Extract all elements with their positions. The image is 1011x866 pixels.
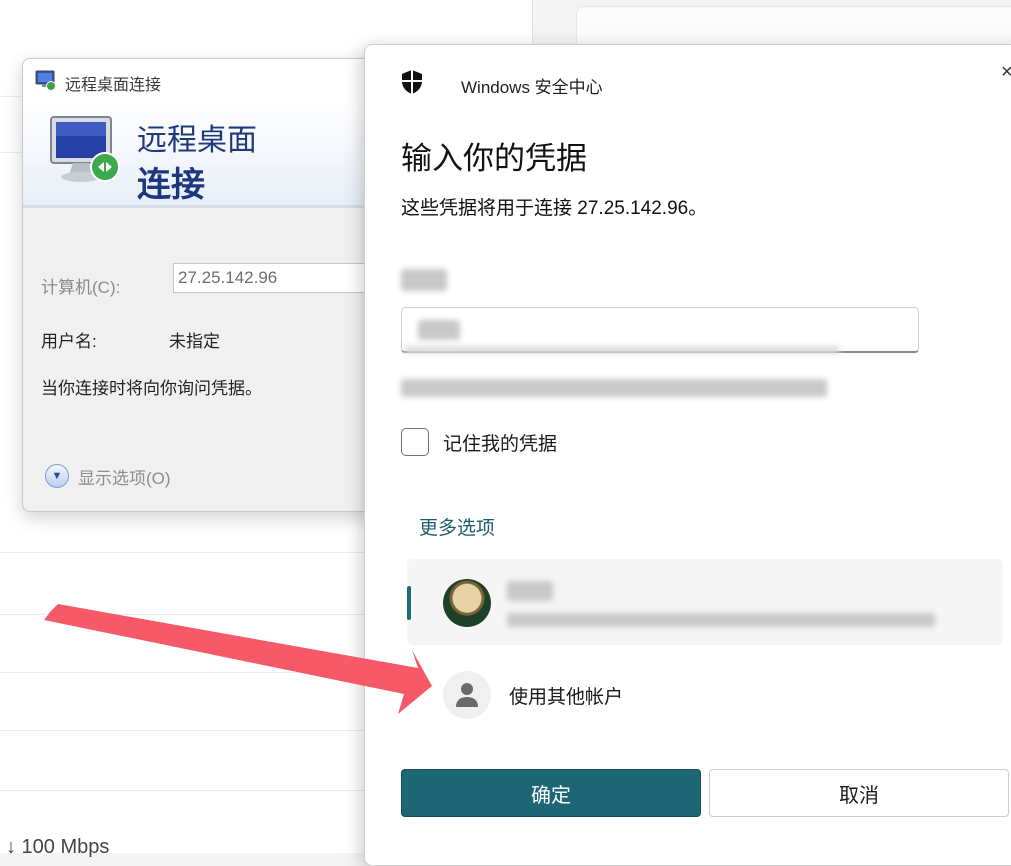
remember-credentials-label: 记住我的凭据: [443, 433, 558, 455]
blurred-username-value: [418, 320, 460, 340]
ok-button[interactable]: 确定: [401, 769, 701, 817]
computer-label: 计算机(C):: [41, 278, 121, 297]
blurred-account-email: [507, 613, 935, 627]
saved-account-item[interactable]: [407, 559, 1003, 645]
rdp-banner-title-line2: 连接: [137, 166, 205, 204]
username-value: 未指定: [169, 332, 220, 351]
dialog-heading: 输入你的凭据: [401, 141, 587, 176]
rdp-banner-title-line1: 远程桌面: [137, 124, 257, 157]
shield-icon: [402, 70, 422, 94]
cancel-button[interactable]: 取消: [709, 769, 1009, 817]
blurred-account-name: [507, 581, 553, 601]
close-icon[interactable]: ×: [1001, 61, 1011, 84]
chevron-down-icon: ▼: [45, 464, 69, 488]
show-options-label: 显示选项(O): [78, 468, 171, 488]
rdp-titlebar[interactable]: 远程桌面连接: [23, 59, 403, 101]
rdp-monitor-icon: [35, 70, 56, 91]
use-other-account-label: 使用其他帐户: [509, 686, 624, 708]
rdp-window: 远程桌面连接 远程桌面 连接 计算机(C): 27.25.142.96 用户名:…: [22, 58, 404, 512]
blurred-username-label: [401, 269, 447, 291]
more-options-link[interactable]: 更多选项: [419, 513, 495, 540]
credentials-note: 当你连接时将向你询问凭据。: [41, 379, 262, 398]
username-input[interactable]: [401, 307, 919, 354]
avatar: [443, 579, 491, 627]
remember-credentials-checkbox[interactable]: 记住我的凭据: [401, 427, 557, 457]
person-icon: [443, 671, 491, 719]
rdp-window-title: 远程桌面连接: [65, 77, 162, 94]
checkbox[interactable]: [401, 428, 429, 456]
network-speed-label: ↓ 100 Mbps: [6, 836, 110, 858]
security-dialog: Windows 安全中心 × 输入你的凭据 这些凭据将用于连接 27.25.14…: [364, 44, 1011, 866]
rdp-banner-divider: [23, 205, 403, 208]
use-other-account-item[interactable]: 使用其他帐户: [443, 671, 623, 719]
selection-indicator: [407, 586, 411, 620]
rdp-monitor-icon: [50, 116, 120, 182]
show-options-button[interactable]: ▼ 显示选项(O): [45, 463, 171, 489]
blurred-input-overlay: [404, 346, 840, 354]
blurred-email: [401, 379, 827, 397]
dialog-description: 这些凭据将用于连接 27.25.142.96。: [401, 198, 708, 219]
username-label: 用户名:: [41, 332, 97, 351]
dialog-app-title: Windows 安全中心: [461, 78, 603, 97]
